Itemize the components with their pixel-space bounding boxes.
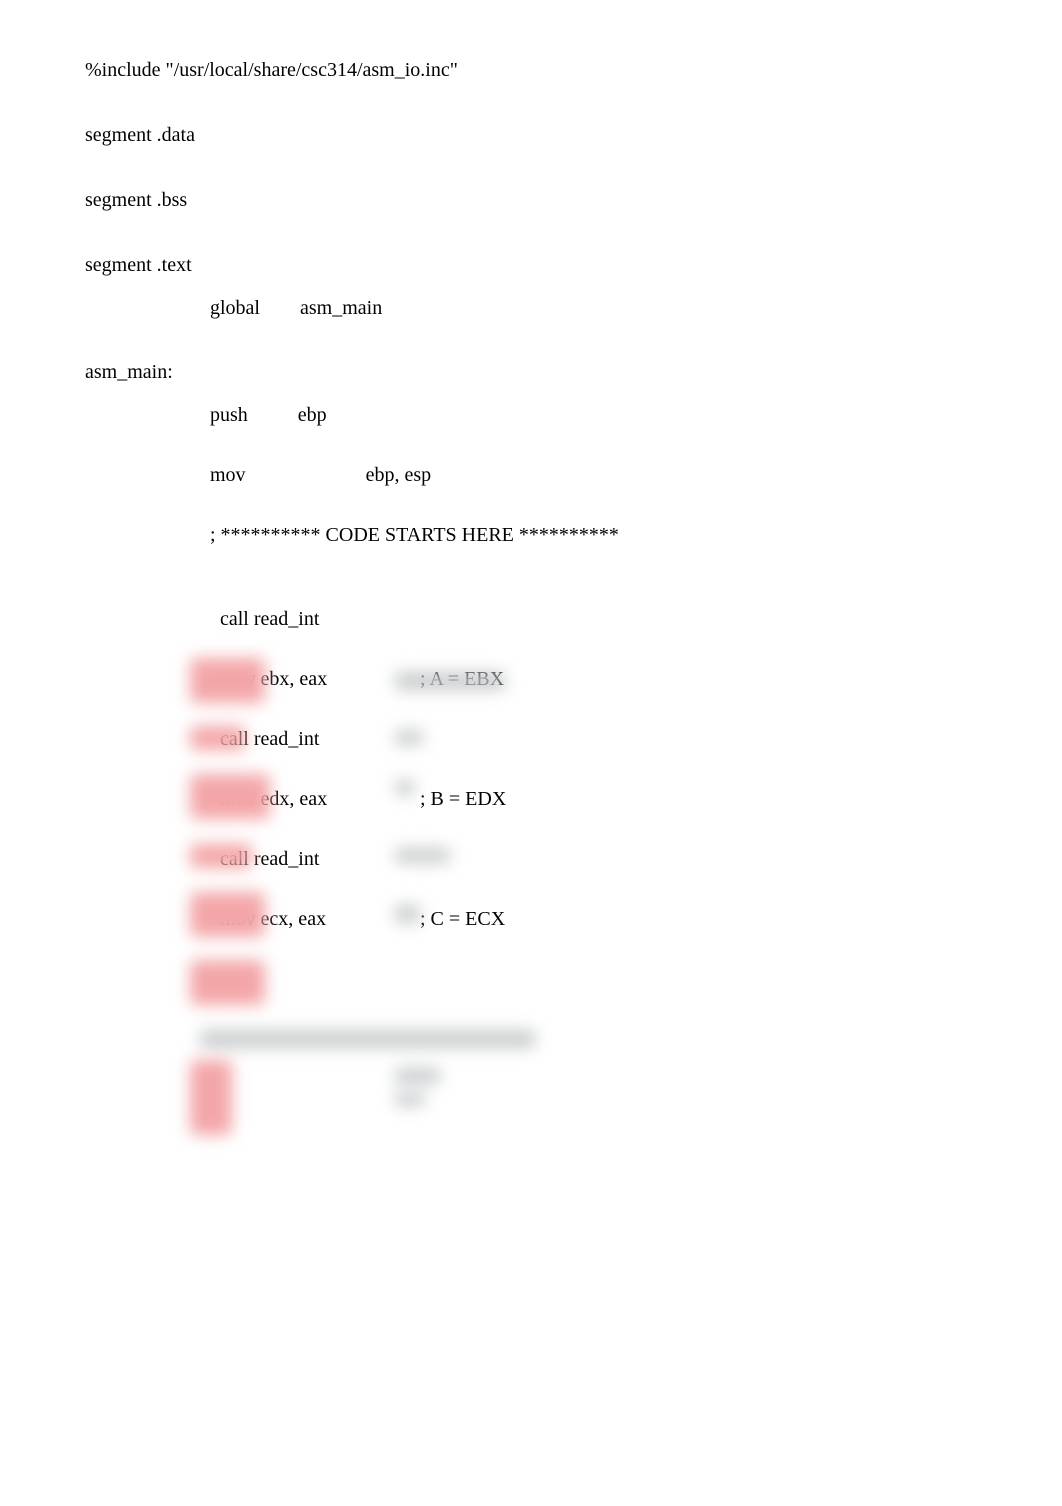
args-ebp-esp: ebp, esp: [366, 464, 432, 486]
blur-block: [395, 780, 415, 795]
blur-block: [190, 960, 265, 1005]
blur-block: [190, 774, 270, 819]
segment-data: segment .data: [85, 125, 977, 148]
blur-block: [190, 844, 252, 868]
call-read-int: call read_int: [220, 608, 319, 630]
blur-block: [200, 1030, 535, 1048]
global-keyword: global: [210, 297, 260, 319]
global-symbol: asm_main: [300, 297, 382, 319]
op-mov: mov: [210, 464, 246, 486]
comment-b-edx: ; B = EDX: [420, 788, 506, 810]
reg-ebp: ebp: [298, 404, 327, 426]
document-page: %include "/usr/local/share/csc314/asm_io…: [0, 0, 1062, 1506]
include-directive: %include "/usr/local/share/csc314/asm_io…: [85, 60, 977, 83]
blur-block: [395, 1092, 425, 1106]
blur-block: [395, 730, 423, 745]
blur-block: [395, 672, 505, 690]
comment-c-ecx: ; C = ECX: [420, 908, 505, 930]
op-push: push: [210, 404, 248, 426]
blur-block: [190, 892, 265, 937]
blur-block: [395, 848, 450, 863]
blur-block: [190, 658, 265, 703]
instr-push-ebp: push ebp: [85, 385, 977, 445]
instr-mov-ebp-esp: mov ebp, esp: [85, 445, 977, 505]
blur-block: [395, 1068, 440, 1084]
segment-bss: segment .bss: [85, 190, 977, 213]
segment-text: segment .text: [85, 255, 977, 278]
blur-block: [190, 1060, 232, 1135]
blur-block: [395, 905, 420, 923]
global-declaration: global asm_main: [85, 278, 977, 338]
blur-block: [190, 726, 245, 750]
comment-code-starts: ; ********** CODE STARTS HERE **********: [85, 505, 977, 565]
label-asm-main: asm_main:: [85, 362, 977, 385]
comment-text: ; ********** CODE STARTS HERE **********: [210, 524, 619, 546]
instr-call-read-1: call read_int: [85, 589, 977, 649]
